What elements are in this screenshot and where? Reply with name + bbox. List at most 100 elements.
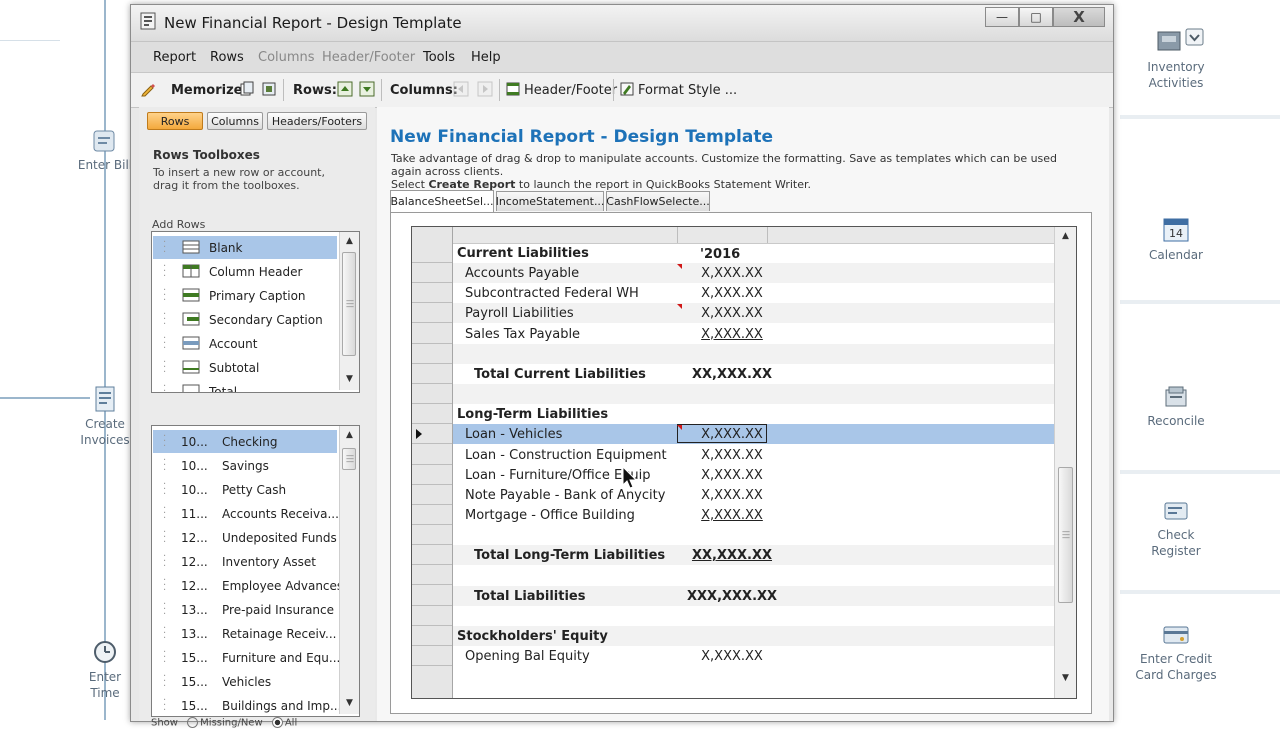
memorize-load-icon[interactable] — [261, 81, 277, 97]
row-selector[interactable] — [412, 404, 452, 425]
header-footer-button[interactable]: Header/Footer — [524, 83, 617, 98]
row-selector[interactable] — [412, 424, 452, 445]
header-footer-icon[interactable] — [505, 81, 521, 97]
home-item-create-invoices[interactable]: Create Invoices — [72, 385, 138, 448]
row-amount[interactable]: XX,XXX.XX — [687, 548, 777, 563]
account-item[interactable]: · · · 13... Retainage Receiv... — [153, 622, 337, 645]
row-down-icon[interactable] — [359, 81, 375, 97]
drag-handle-icon[interactable]: ··· — [163, 334, 167, 354]
scroll-thumb[interactable]: — — — — [1058, 467, 1073, 603]
column-left-icon[interactable] — [453, 81, 469, 97]
scroll-up-icon[interactable]: ▲ — [1055, 227, 1076, 245]
tab-balance-sheet[interactable]: BalanceSheetSel... — [390, 190, 494, 212]
home-item-enter-time[interactable]: Enter Time — [80, 638, 130, 701]
report-grid[interactable]: '2016 Current Liabilities Accounts Payable… — [411, 226, 1077, 699]
report-row[interactable] — [453, 606, 1054, 626]
radio-missing-new[interactable] — [187, 717, 199, 728]
selected-cell[interactable] — [677, 424, 767, 444]
tab-columns[interactable]: Columns — [207, 112, 263, 130]
account-item[interactable]: · · · 15... Vehicles — [153, 670, 337, 693]
row-selector[interactable] — [412, 445, 452, 465]
maximize-button[interactable]: □ — [1019, 7, 1053, 27]
row-selector[interactable] — [412, 565, 452, 586]
row-selector[interactable] — [412, 525, 452, 546]
format-style-icon[interactable] — [619, 81, 635, 97]
row-amount[interactable]: X,XXX.XX — [687, 508, 777, 523]
account-item[interactable]: · · · 12... Inventory Asset — [153, 550, 337, 573]
account-item[interactable]: · · · 10... Checking — [153, 430, 337, 453]
format-style-button[interactable]: Format Style ... — [638, 83, 737, 98]
report-row[interactable] — [453, 565, 1054, 585]
menu-columns[interactable]: Columns — [258, 50, 315, 65]
row-amount[interactable]: XX,XXX.XX — [687, 367, 777, 382]
drag-handle-icon[interactable]: ··· — [163, 432, 167, 452]
drag-handle-icon[interactable]: ··· — [163, 456, 167, 476]
account-item[interactable]: · · · 15... Furniture and Equ... — [153, 646, 340, 669]
row-amount[interactable]: XXX,XXX.XX — [687, 589, 777, 604]
menu-report[interactable]: Report — [153, 50, 196, 65]
drag-handle-icon[interactable]: ··· — [163, 576, 167, 596]
scroll-up-icon[interactable]: ▲ — [340, 426, 359, 444]
drag-handle-icon[interactable]: ··· — [163, 648, 167, 668]
row-type-total[interactable]: ··· Total — [153, 380, 337, 392]
account-item[interactable]: · · · 12... Employee Advances — [153, 574, 343, 597]
drag-handle-icon[interactable]: ··· — [163, 600, 167, 620]
drag-handle-icon[interactable]: ··· — [163, 528, 167, 548]
account-item[interactable]: · · · 13... Pre-paid Insurance — [153, 598, 337, 621]
report-row[interactable] — [453, 384, 1054, 405]
report-scrollbar[interactable]: ▲ — — — ▼ — [1054, 227, 1076, 698]
row-amount[interactable]: X,XXX.XX — [687, 327, 777, 342]
row-type-column-header[interactable]: · · · Column Header — [153, 260, 337, 283]
menu-header-footer[interactable]: Header/Footer — [322, 50, 415, 65]
row-amount[interactable]: X,XXX.XX — [687, 266, 777, 281]
home-item-inventory-activities[interactable]: Inventory Activities — [1124, 26, 1228, 91]
row-selector[interactable] — [412, 586, 452, 606]
row-type-subtotal[interactable]: · · · Subtotal — [153, 356, 337, 379]
tab-headers-footers[interactable]: Headers/Footers — [267, 112, 367, 130]
radio-all[interactable] — [271, 717, 283, 728]
row-selector[interactable] — [412, 364, 452, 384]
drag-handle-icon[interactable]: ··· — [163, 624, 167, 644]
drag-handle-icon[interactable]: ··· — [163, 672, 167, 692]
row-selector[interactable] — [412, 505, 452, 525]
home-item-check-register[interactable]: Check Register — [1124, 498, 1228, 559]
drag-handle-icon[interactable]: ··· — [163, 696, 167, 716]
home-item-enter-credit-card-charges[interactable]: Enter Credit Card Charges — [1124, 622, 1228, 683]
scroll-down-icon[interactable]: ▼ — [340, 370, 359, 388]
scroll-down-icon[interactable]: ▼ — [1055, 669, 1076, 687]
home-item-calendar[interactable]: 14 Calendar — [1124, 216, 1228, 263]
row-selector[interactable] — [412, 324, 452, 344]
drag-handle-icon[interactable]: ··· — [163, 358, 167, 378]
row-selector[interactable] — [412, 243, 452, 263]
account-item[interactable]: · · · 11... Accounts Receiva... — [153, 502, 339, 525]
row-amount[interactable]: X,XXX.XX — [687, 649, 777, 664]
accounts-list[interactable]: · · · 10... Checking · · · 10... Savings · · ·… — [151, 425, 360, 717]
row-amount[interactable]: X,XXX.XX — [687, 468, 777, 483]
scroll-down-icon[interactable]: ▼ — [340, 694, 359, 712]
drag-handle-icon[interactable]: ··· — [163, 480, 167, 500]
row-selector[interactable] — [412, 485, 452, 505]
pencil-icon[interactable] — [141, 81, 157, 97]
row-selector[interactable] — [412, 283, 452, 304]
home-item-reconcile[interactable]: Reconcile — [1124, 384, 1228, 429]
row-types-scrollbar[interactable]: ▲ — — — ▼ — [339, 232, 359, 390]
row-type-account[interactable]: · · · Account — [153, 332, 337, 355]
row-selector[interactable] — [412, 465, 452, 485]
menu-rows[interactable]: Rows — [210, 50, 244, 65]
row-type-secondary-caption[interactable]: · · · Secondary Caption — [153, 308, 337, 331]
account-item[interactable]: · · · 15... Buildings and Imp... — [153, 694, 341, 716]
column-right-icon[interactable] — [477, 81, 493, 97]
minimize-button[interactable]: — — [985, 7, 1019, 27]
row-selector[interactable] — [412, 646, 452, 666]
drag-handle-icon[interactable]: ··· — [163, 238, 167, 258]
account-item[interactable]: · · · 10... Petty Cash — [153, 478, 337, 501]
tab-income-statement[interactable]: IncomeStatement... — [496, 191, 604, 211]
drag-handle-icon[interactable]: ··· — [163, 552, 167, 572]
account-item[interactable]: · · · 12... Undeposited Funds — [153, 526, 337, 549]
drag-handle-icon[interactable]: ··· — [163, 310, 167, 330]
row-selector[interactable] — [412, 545, 452, 566]
row-selector[interactable] — [412, 263, 452, 284]
row-amount[interactable]: X,XXX.XX — [687, 286, 777, 301]
row-type-primary-caption[interactable]: · · · Primary Caption — [153, 284, 337, 307]
report-row[interactable] — [453, 525, 1054, 545]
